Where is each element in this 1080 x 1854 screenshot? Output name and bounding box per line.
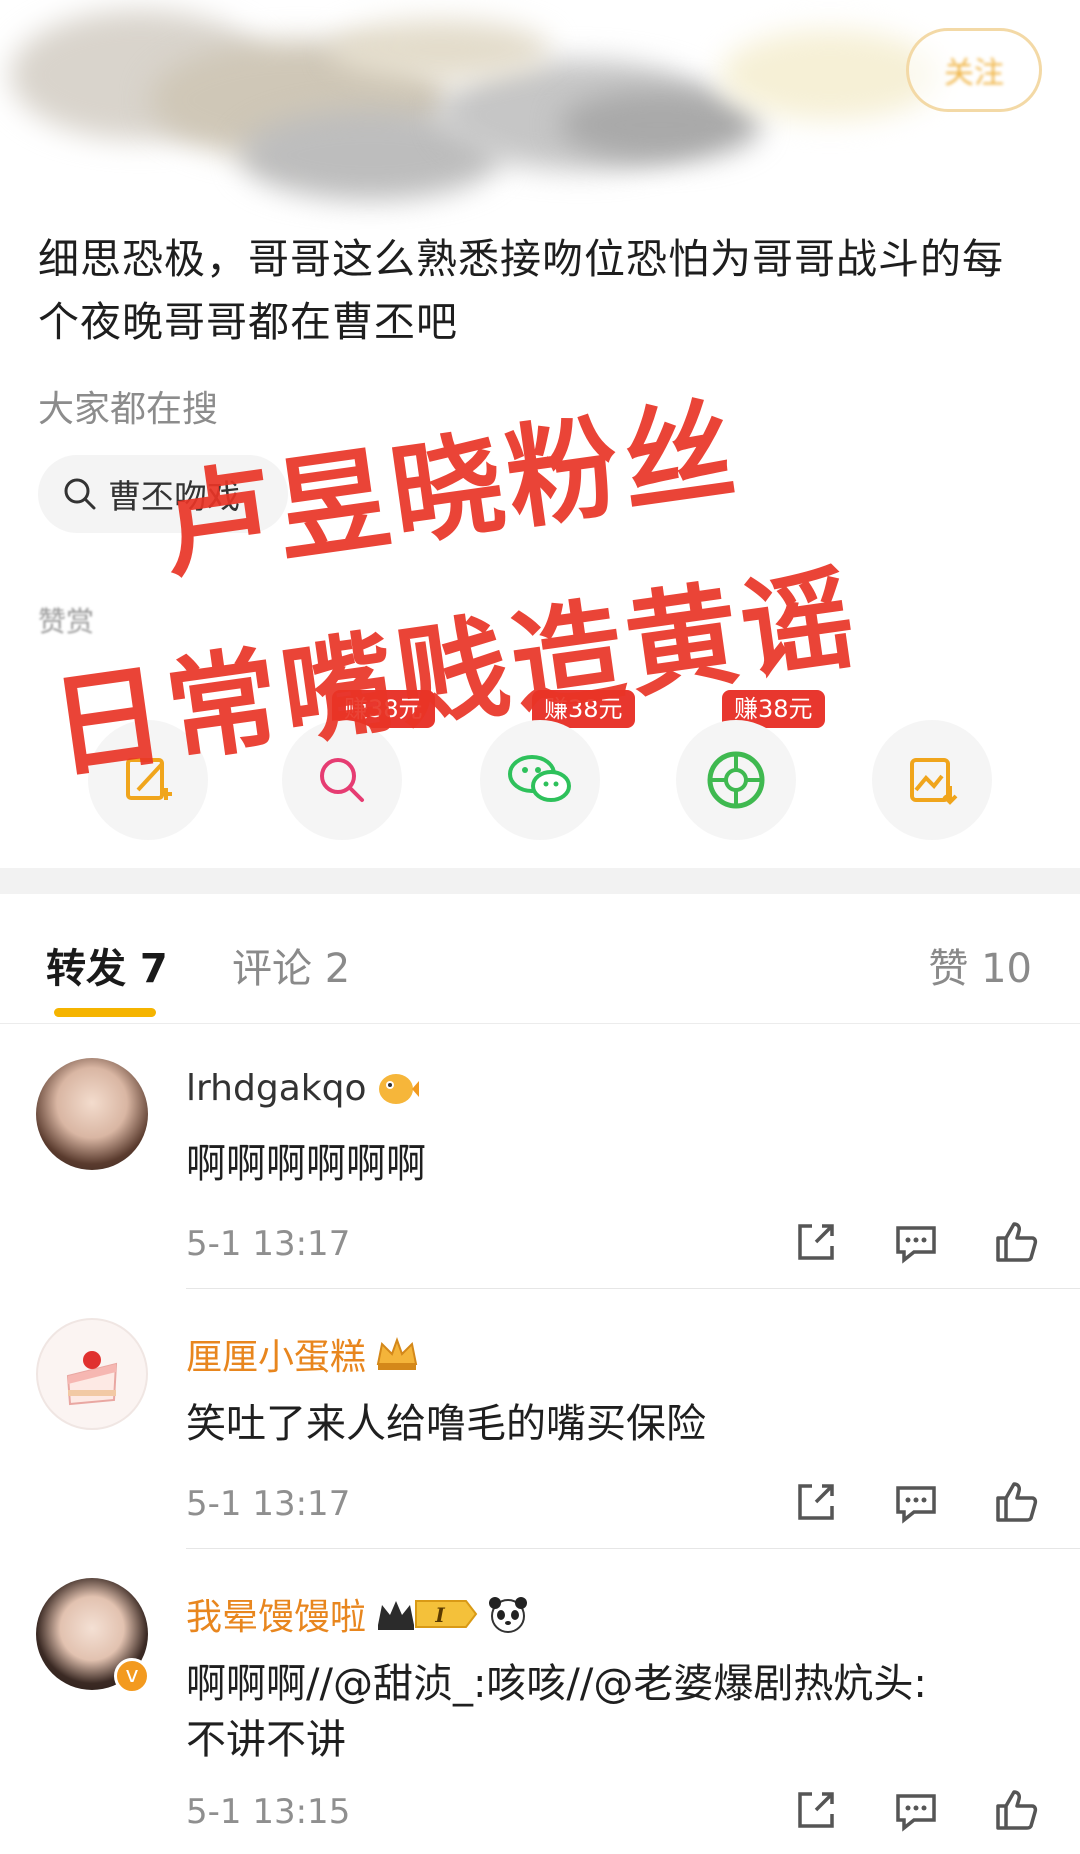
comment-divider xyxy=(186,1288,1080,1289)
tab-like[interactable]: 赞 10 xyxy=(928,936,1032,994)
comment-divider xyxy=(186,1548,1080,1549)
comment-text: 笑吐了来人给噜毛的嘴买保险 xyxy=(186,1401,706,1447)
comment-time: 5-1 13:17 xyxy=(186,1224,351,1264)
crown-badge-icon xyxy=(376,1337,418,1370)
wechat-share-button[interactable] xyxy=(480,720,600,840)
hot-search-chip-text: 曹丕吻戏 xyxy=(108,477,240,516)
interaction-tabs: 转发 7 评论 2 赞 10 xyxy=(0,894,1080,1024)
comment-icon[interactable] xyxy=(892,1786,940,1834)
search-share-button[interactable] xyxy=(282,720,402,840)
panda-emoji-icon xyxy=(489,1597,528,1633)
vip-level-badge-icon: I xyxy=(378,1600,478,1630)
comment-time: 5-1 13:17 xyxy=(186,1484,351,1524)
comment-icon[interactable] xyxy=(892,1218,940,1266)
search-icon xyxy=(64,478,96,510)
list-item: v 我晕馒馒啦 I 啊啊啊//@甜浈_:咳咳//@老婆爆剧热炕头:不讲不讲 5-… xyxy=(0,1560,1080,1854)
like-icon[interactable] xyxy=(992,1786,1040,1834)
comment-username[interactable]: lrhdgakqo xyxy=(186,1068,366,1109)
pufferfish-emoji-icon xyxy=(379,1073,420,1104)
blurred-user-header xyxy=(0,0,1080,230)
like-icon[interactable] xyxy=(992,1218,1040,1266)
tab-repost[interactable]: 转发 7 xyxy=(46,936,168,994)
save-image-icon xyxy=(910,758,958,805)
follow-button[interactable]: 关注 xyxy=(906,28,1042,112)
share-row: 赚38元 赚38元 赚38元 xyxy=(0,690,1080,840)
svg-text:I: I xyxy=(434,1603,445,1627)
edit-icon xyxy=(126,758,172,800)
avatar[interactable] xyxy=(36,1058,148,1170)
tab-comment[interactable]: 评论 2 xyxy=(232,936,350,994)
hot-search-chip[interactable]: 曹丕吻戏 xyxy=(38,455,288,533)
comment-text: 啊啊啊啊啊啊 xyxy=(186,1141,426,1187)
comment-time: 5-1 13:15 xyxy=(186,1792,351,1832)
wechat-icon xyxy=(508,755,571,802)
comment-icon[interactable] xyxy=(892,1478,940,1526)
cake-avatar-icon xyxy=(66,1351,118,1406)
hot-search-label: 大家都在搜 xyxy=(38,389,219,430)
share-icon[interactable] xyxy=(792,1478,840,1526)
reward-text: 赞赏 xyxy=(38,605,95,638)
comment-username[interactable]: 厘厘小蛋糕 xyxy=(186,1328,366,1380)
avatar[interactable] xyxy=(36,1318,148,1430)
share-icon[interactable] xyxy=(792,1218,840,1266)
list-item: 厘厘小蛋糕 笑吐了来人给噜毛的嘴买保险 5-1 13:17 xyxy=(0,1300,1080,1550)
list-item: lrhdgakqo 啊啊啊啊啊啊 5-1 13:17 xyxy=(0,1040,1080,1290)
active-tab-indicator xyxy=(54,1008,156,1017)
comment-text: 啊啊啊//@甜浈_:咳咳//@老婆爆剧热炕头:不讲不讲 xyxy=(186,1661,927,1763)
search-share-icon xyxy=(320,758,364,802)
moments-icon xyxy=(707,751,765,809)
section-divider xyxy=(0,868,1080,894)
like-icon[interactable] xyxy=(992,1478,1040,1526)
share-icon[interactable] xyxy=(792,1786,840,1834)
save-image-button[interactable] xyxy=(872,720,992,840)
verified-badge-icon: v xyxy=(114,1658,150,1694)
moments-share-button[interactable] xyxy=(676,720,796,840)
edit-share-button[interactable] xyxy=(88,720,208,840)
post-text: 细思恐极，哥哥这么熟悉接吻位恐怕为哥哥战斗的每个夜晚哥哥都在曹丕吧 xyxy=(38,235,1004,346)
comment-username[interactable]: 我晕馒馒啦 xyxy=(186,1588,366,1640)
